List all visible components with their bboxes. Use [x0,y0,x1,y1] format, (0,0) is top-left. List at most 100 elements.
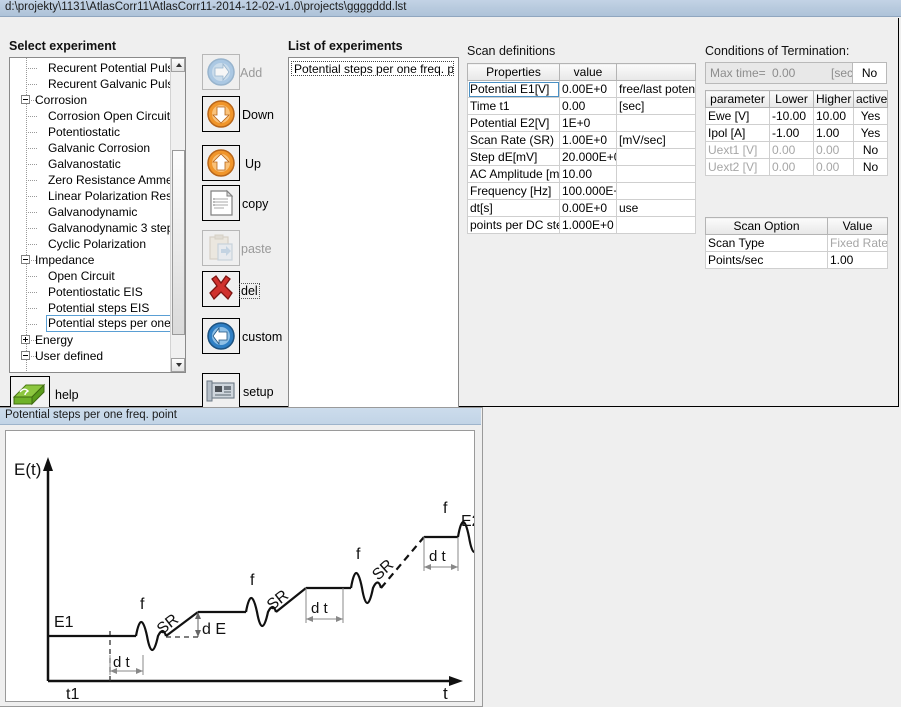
tree-collapse-icon[interactable] [21,351,30,360]
termination-parameter-cell[interactable]: Ipol [A] [705,124,770,142]
termination-higher-cell[interactable]: 0.00 [813,141,854,159]
table-row[interactable]: Uext1 [V] 0.00 0.00 No [705,141,888,159]
table-row[interactable]: Potential E1[V] 0.00E+0 free/last potent [467,80,696,98]
tree-collapse-icon[interactable] [21,95,30,104]
table-row[interactable]: dt[s] 0.00E+0 use [467,199,696,217]
tree-item[interactable]: Zero Resistance Ammeter [10,172,185,188]
tree-item[interactable]: Cyclic Polarization [10,236,170,252]
scan-def-unit[interactable]: [sec] [616,97,696,115]
custom-button[interactable] [202,318,240,354]
tree-item[interactable]: User defined [10,348,170,364]
tree-item[interactable]: Potential steps EIS [10,300,170,316]
down-button[interactable] [202,96,240,132]
scan-def-unit[interactable] [616,182,696,200]
termination-parameter-cell[interactable]: Uext2 [V] [705,158,770,176]
scan-definitions-table[interactable]: Properties value Potential E1[V] 0.00E+0 fre… [467,63,696,234]
termination-parameter-cell[interactable]: Ewe [V] [705,107,770,125]
max-time-value[interactable]: 0.00 [772,66,795,80]
scan-option-value-cell[interactable]: 1.00 [827,251,888,269]
copy-button[interactable] [202,185,240,221]
tree-item[interactable]: Galvanodynamic [10,204,170,220]
scan-option-name-cell[interactable]: Points/sec [705,251,828,269]
scan-def-property[interactable]: Frequency [Hz] [467,182,560,200]
scan-def-unit[interactable]: [mV/sec] [616,131,696,149]
scan-option-header-cell[interactable]: Value [827,217,888,235]
tree-item[interactable]: Recurent Potential Pulses [10,60,185,76]
termination-conditions-table[interactable]: parameter Lower Higher active Ewe [V] -10.00… [705,90,888,176]
scan-def-property[interactable]: dt[s] [467,199,560,217]
termination-active-cell[interactable]: Yes [853,124,888,142]
termination-parameter-cell[interactable]: Uext1 [V] [705,141,770,159]
table-row[interactable]: Potential E2[V] 1E+0 [467,114,696,132]
scan-option-name-cell[interactable]: Scan Type [705,234,828,252]
table-row[interactable]: points per DC step 1.000E+0 [467,216,696,234]
scrollbar-thumb[interactable] [172,150,185,335]
termination-header-cell[interactable]: active [853,90,888,108]
termination-header-cell[interactable]: parameter [705,90,770,108]
scroll-up-arrow-icon[interactable] [171,58,185,72]
up-button[interactable] [202,145,240,181]
scan-def-property[interactable]: Scan Rate (SR) [467,131,560,149]
scan-def-value[interactable]: 1.000E+0 [559,216,617,234]
table-row[interactable]: Frequency [Hz]100.000E+0 [467,182,696,200]
termination-header-cell[interactable]: Higher [813,90,854,108]
scroll-down-arrow-icon[interactable] [171,358,185,372]
tree-item[interactable]: Galvanodynamic 3 step [10,220,173,236]
paste-button[interactable] [202,230,240,266]
scan-def-value[interactable]: 0.00 [559,97,617,115]
max-time-active[interactable]: No [852,63,886,83]
tree-item[interactable]: Linear Polarization Resista [10,188,185,204]
termination-lower-cell[interactable]: -10.00 [769,107,814,125]
termination-active-cell[interactable]: Yes [853,107,888,125]
table-row[interactable]: Scan Rate (SR) 1.00E+0 [mV/sec] [467,131,696,149]
table-row[interactable]: Points/sec 1.00 [705,251,888,269]
del-button[interactable] [202,271,240,307]
scan-def-header-cell[interactable]: value [559,63,617,81]
termination-lower-cell[interactable]: 0.00 [769,158,814,176]
scan-option-header-cell[interactable]: Scan Option [705,217,828,235]
add-button[interactable] [202,54,240,90]
tree-item[interactable]: Corrosion [10,92,170,108]
scan-def-property[interactable]: points per DC step [467,216,560,234]
tree-item[interactable]: Open Circuit [10,268,170,284]
table-row[interactable]: Uext2 [V] 0.00 0.00 No [705,158,888,176]
table-row[interactable]: AC Amplitude [mV]10.00 [467,165,696,183]
max-time-row[interactable]: Max time= 0.00 [sec] No [705,62,887,84]
tree-item[interactable]: Potential steps per one fre [10,315,185,332]
termination-lower-cell[interactable]: -1.00 [769,124,814,142]
tree-item[interactable]: Energy [10,332,170,348]
scan-def-unit[interactable]: free/last potent [616,80,696,98]
termination-active-cell[interactable]: No [853,158,888,176]
list-item[interactable]: Potential steps per one freq. point [291,61,454,76]
scan-def-value[interactable]: 0.00E+0 [559,199,617,217]
scan-def-property[interactable]: Potential E2[V] [467,114,560,132]
scan-def-unit[interactable] [616,114,696,132]
table-row[interactable]: Ewe [V] -10.00 10.00 Yes [705,107,888,125]
scan-def-unit[interactable] [616,216,696,234]
experiment-tree[interactable]: Recurent Potential Pulses Recurent Galvan… [9,57,186,373]
table-row[interactable]: Scan Type Fixed Rate [705,234,888,252]
termination-header-cell[interactable]: Lower [769,90,814,108]
table-row[interactable]: Time t1 0.00 [sec] [467,97,696,115]
termination-active-cell[interactable]: No [853,141,888,159]
scan-def-property[interactable]: AC Amplitude [mV] [467,165,560,183]
termination-lower-cell[interactable]: 0.00 [769,141,814,159]
scan-def-value[interactable]: 1E+0 [559,114,617,132]
scan-def-unit[interactable] [616,165,696,183]
scan-def-value[interactable]: 20.000E+0 [559,148,617,166]
tree-expand-icon[interactable] [21,335,30,344]
scan-option-table[interactable]: Scan Option Value Scan Type Fixed Rate Poin… [705,217,888,269]
tree-item[interactable]: Galvanostatic [10,156,170,172]
scan-def-property[interactable]: Potential E1[V] [467,80,560,98]
scan-def-property[interactable]: Step dE[mV] [467,148,560,166]
tree-collapse-icon[interactable] [21,255,30,264]
scan-def-unit[interactable]: use [616,199,696,217]
tree-item[interactable]: Impedance [10,252,170,268]
experiment-tree-scrollbar[interactable] [170,58,185,372]
table-row[interactable]: Ipol [A] -1.00 1.00 Yes [705,124,888,142]
scan-option-value-cell[interactable]: Fixed Rate [827,234,888,252]
scan-def-header-cell[interactable]: Properties [467,63,560,81]
tree-item[interactable]: Galvanic Corrosion [10,140,170,156]
tree-item[interactable]: Potentiostatic EIS [10,284,170,300]
scan-def-unit[interactable] [616,148,696,166]
